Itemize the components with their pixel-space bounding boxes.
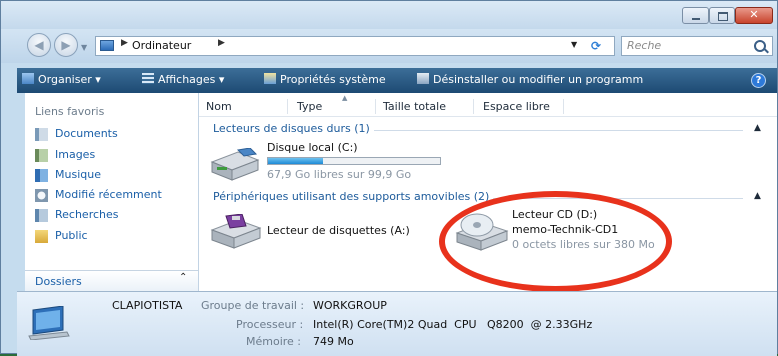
floppy-drive-icon — [210, 214, 262, 249]
forward-button[interactable]: ▶ — [54, 33, 78, 57]
disk-usage-bar — [267, 157, 441, 165]
back-arrow-icon: ◀ — [34, 38, 44, 52]
column-header-type[interactable]: Type — [297, 100, 322, 113]
processor-value: Intel(R) Core(TM)2 Quad CPU Q8200 @ 2.33… — [313, 318, 593, 331]
computer-icon — [100, 40, 114, 51]
organize-label: Organiser — [38, 73, 92, 86]
column-divider[interactable] — [473, 99, 474, 114]
documents-icon — [35, 128, 48, 141]
uninstall-program-button[interactable]: Désinstaller ou modifier un programm — [417, 73, 643, 86]
computer-name: CLAPIOTISTA — [112, 299, 183, 312]
refresh-icon[interactable]: ⟳ — [591, 39, 601, 53]
red-highlight-ellipse — [439, 191, 672, 292]
system-properties-button[interactable]: Propriétés système — [264, 73, 386, 86]
sidebar-item-label: Modifié récemment — [55, 188, 162, 201]
images-icon — [35, 149, 48, 162]
command-toolbar: Organiser ▾ Affichages ▾ Propriétés syst… — [17, 68, 777, 93]
views-icon — [142, 73, 154, 84]
sidebar-item-label: Recherches — [55, 208, 119, 221]
workgroup-label: Groupe de travail : — [201, 299, 305, 312]
forward-arrow-icon: ▶ — [61, 38, 71, 52]
help-icon[interactable]: ? — [751, 73, 766, 88]
sidebar-item-label: Documents — [55, 127, 118, 140]
organize-icon — [22, 73, 34, 84]
breadcrumb-arrow-icon[interactable]: ▶ — [121, 38, 128, 48]
system-properties-icon — [264, 73, 276, 84]
computer-icon — [28, 306, 70, 340]
back-button[interactable]: ◀ — [27, 33, 51, 57]
explorer-window: ✕ ◀ ▶ ▼ ▶ Ordinateur ▶ ▼ ⟳ Reche Organis… — [0, 0, 778, 356]
folders-toggle[interactable]: Dossiers ⌃ — [25, 270, 198, 292]
favorites-header: Liens favoris — [35, 105, 105, 118]
column-header-free-space[interactable]: Espace libre — [483, 100, 550, 113]
views-menu[interactable]: Affichages ▾ — [142, 73, 224, 86]
folders-label: Dossiers — [35, 275, 82, 288]
sidebar-item-label: Musique — [55, 168, 101, 181]
search-placeholder: Reche — [627, 39, 662, 52]
title-bar: ✕ — [1, 1, 777, 29]
sidebar-item-label: Public — [55, 229, 88, 242]
close-icon: ✕ — [749, 8, 759, 21]
drive-free-space: 67,9 Go libres sur 99,9 Go — [267, 168, 412, 181]
search-icon[interactable] — [754, 40, 766, 52]
organize-menu[interactable]: Organiser ▾ — [22, 73, 101, 86]
column-divider[interactable] — [563, 99, 564, 114]
memory-label: Mémoire : — [246, 335, 302, 348]
drive-name: Disque local (C:) — [267, 141, 358, 154]
column-header-name[interactable]: Nom — [206, 100, 232, 113]
collapse-chevron-icon[interactable]: ▲ — [754, 191, 761, 201]
chevron-up-icon[interactable]: ⌃ — [179, 272, 187, 283]
memory-value: 749 Mo — [313, 335, 354, 348]
recent-pages-dropdown[interactable]: ▼ — [81, 43, 87, 52]
public-folder-icon — [35, 230, 48, 243]
recent-icon — [35, 189, 48, 202]
group-header-hard-drives[interactable]: Lecteurs de disques durs (1) — [213, 122, 374, 135]
column-divider[interactable] — [287, 99, 288, 114]
workgroup-value: WORKGROUP — [313, 299, 387, 312]
group-header-removable-storage[interactable]: Périphériques utilisant des supports amo… — [213, 190, 494, 203]
details-pane: CLAPIOTISTA Groupe de travail : WORKGROU… — [17, 291, 777, 356]
address-dropdown-icon[interactable]: ▼ — [571, 40, 577, 49]
collapse-chevron-icon[interactable]: ▲ — [754, 123, 761, 133]
uninstall-icon — [417, 73, 429, 84]
drive-name: Lecteur de disquettes (A:) — [267, 224, 410, 237]
column-headers: Nom Type ▲ Taille totale Espace libre — [199, 94, 777, 117]
searches-icon — [35, 209, 48, 222]
sort-arrow-icon: ▲ — [342, 94, 348, 102]
disk-usage-fill — [268, 158, 324, 164]
breadcrumb-computer[interactable]: Ordinateur — [132, 39, 191, 52]
column-header-total-size[interactable]: Taille totale — [383, 100, 446, 113]
minimize-button[interactable] — [682, 7, 709, 24]
hard-drive-icon — [210, 148, 260, 181]
address-bar[interactable]: ▶ Ordinateur ▶ ▼ ⟳ — [95, 36, 615, 56]
uninstall-label: Désinstaller ou modifier un programm — [433, 73, 644, 86]
navigation-pane: Liens favoris Documents Images Musique M… — [25, 93, 199, 292]
column-divider[interactable] — [375, 99, 376, 114]
maximize-button[interactable] — [709, 7, 735, 24]
views-label: Affichages — [158, 73, 216, 86]
system-properties-label: Propriétés système — [280, 73, 386, 86]
breadcrumb-arrow-icon[interactable]: ▶ — [218, 38, 225, 48]
sidebar-item-label: Images — [55, 148, 96, 161]
processor-label: Processeur : — [236, 318, 304, 331]
music-icon — [35, 169, 48, 182]
address-row: ◀ ▶ ▼ ▶ Ordinateur ▶ ▼ ⟳ Reche — [1, 29, 777, 63]
search-input[interactable]: Reche — [621, 36, 773, 56]
close-button[interactable]: ✕ — [735, 7, 773, 24]
